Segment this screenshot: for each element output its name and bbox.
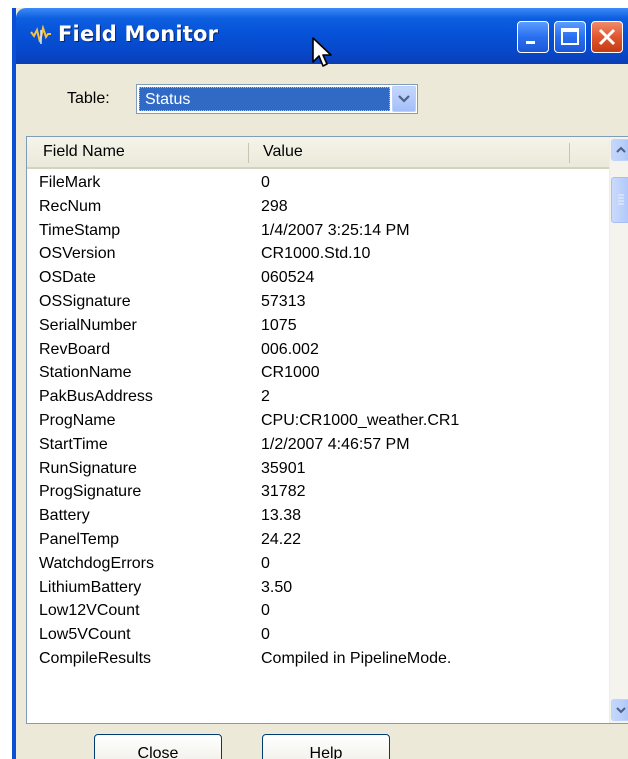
table-row[interactable]: StationName CR1000 <box>27 361 610 385</box>
field-name-cell: SerialNumber <box>39 316 137 334</box>
table-row[interactable]: TimeStamp 1/4/2007 3:25:14 PM <box>27 219 610 243</box>
field-name-cell: Low12VCount <box>39 602 140 620</box>
field-name-cell: OSVersion <box>39 245 116 263</box>
field-name-cell: Low5VCount <box>39 626 131 644</box>
field-value-cell: 31782 <box>261 483 306 501</box>
field-name-cell: PanelTemp <box>39 530 120 548</box>
table-row[interactable]: OSVersion CR1000.Std.10 <box>27 242 610 266</box>
close-button[interactable]: Close <box>94 734 222 759</box>
field-value-cell: 0 <box>261 554 270 572</box>
mouse-cursor-icon <box>312 37 332 67</box>
help-button[interactable]: Help <box>262 734 390 759</box>
field-value-cell: 1075 <box>261 316 297 334</box>
field-value-cell: Compiled in PipelineMode. <box>261 649 452 667</box>
scroll-down-button[interactable] <box>611 699 628 721</box>
vertical-scrollbar[interactable] <box>609 137 628 723</box>
field-name-cell: ProgName <box>39 411 116 429</box>
table-row[interactable]: Low5VCount 0 <box>27 623 610 647</box>
field-name-cell: Battery <box>39 507 90 525</box>
chevron-up-icon <box>616 146 626 153</box>
field-name-cell: RunSignature <box>39 459 137 477</box>
field-value-cell: 1/2/2007 4:46:57 PM <box>261 435 410 453</box>
table-row[interactable]: FileMark 0 <box>27 171 610 195</box>
scrollbar-thumb[interactable] <box>611 177 628 223</box>
table-row[interactable]: OSSignature 57313 <box>27 290 610 314</box>
field-name-cell: LithiumBattery <box>39 578 142 596</box>
table-row[interactable]: SerialNumber 1075 <box>27 314 610 338</box>
field-monitor-window: Field Monitor Table: Status Field Name V… <box>12 8 628 759</box>
table-row[interactable]: ProgName CPU:CR1000_weather.CR1 <box>27 409 610 433</box>
minimize-button[interactable] <box>517 21 549 53</box>
scroll-up-button[interactable] <box>611 139 628 161</box>
field-value-cell: 2 <box>261 388 270 406</box>
field-value-cell: 298 <box>261 197 288 215</box>
field-value-cell: CPU:CR1000_weather.CR1 <box>261 411 460 429</box>
field-name-cell: OSDate <box>39 269 96 287</box>
field-value-cell: 0 <box>261 174 270 191</box>
field-value-cell: 24.22 <box>261 530 302 548</box>
field-value-cell: CR1000 <box>261 364 320 382</box>
field-name-cell: CompileResults <box>39 649 152 667</box>
table-row[interactable]: RevBoard 006.002 <box>27 338 610 362</box>
grip-icon <box>618 194 624 205</box>
table-row[interactable]: RecNum 298 <box>27 195 610 219</box>
field-value-cell: 0 <box>261 602 270 620</box>
grid-header: Field Name Value <box>27 137 610 169</box>
column-divider[interactable] <box>569 143 570 163</box>
field-value-cell: 3.50 <box>261 578 293 596</box>
field-name-cell: StartTime <box>39 435 108 453</box>
table-select-value[interactable]: Status <box>139 87 390 111</box>
grid-rows: FileMark 0 RecNum 298 TimeStamp 1/4/2007 3:… <box>27 171 610 671</box>
field-name-cell: OSSignature <box>39 292 131 310</box>
field-name-cell: TimeStamp <box>39 221 121 239</box>
maximize-icon <box>561 28 579 45</box>
field-value-cell: 13.38 <box>261 507 302 525</box>
table-row[interactable]: PakBusAddress 2 <box>27 385 610 409</box>
field-value-cell: 060524 <box>261 269 315 287</box>
field-name-cell: RevBoard <box>39 340 111 358</box>
field-name-cell: FileMark <box>39 174 101 191</box>
table-row[interactable]: StartTime 1/2/2007 4:46:57 PM <box>27 433 610 457</box>
maximize-button[interactable] <box>554 21 586 53</box>
column-divider[interactable] <box>248 143 249 163</box>
field-value-grid[interactable]: Field Name Value FileMark 0 RecNum 298 Tim… <box>26 136 628 724</box>
minimize-icon <box>526 41 535 44</box>
close-icon <box>598 28 616 46</box>
field-value-cell: 0 <box>261 626 270 644</box>
field-name-cell: WatchdogErrors <box>39 554 154 572</box>
table-select[interactable]: Status <box>136 84 418 114</box>
table-row[interactable]: OSDate 060524 <box>27 266 610 290</box>
table-row[interactable]: Battery 13.38 <box>27 504 610 528</box>
field-name-cell: PakBusAddress <box>39 388 153 406</box>
close-window-button[interactable] <box>591 21 623 53</box>
field-monitor-app-icon <box>30 25 51 44</box>
table-select-dropdown-button[interactable] <box>392 86 416 112</box>
table-label: Table: <box>67 90 110 107</box>
field-value-cell: CR1000.Std.10 <box>261 245 371 263</box>
field-name-cell: ProgSignature <box>39 483 142 501</box>
field-value-cell: 006.002 <box>261 340 319 358</box>
table-row[interactable]: PanelTemp 24.22 <box>27 528 610 552</box>
field-name-cell: RecNum <box>39 197 102 215</box>
table-row[interactable]: LithiumBattery 3.50 <box>27 576 610 600</box>
table-row[interactable]: WatchdogErrors 0 <box>27 552 610 576</box>
chevron-down-icon <box>616 707 626 714</box>
window-title: Field Monitor <box>58 22 219 46</box>
table-row[interactable]: ProgSignature 31782 <box>27 480 610 504</box>
field-value-cell: 57313 <box>261 292 306 310</box>
table-row[interactable]: CompileResults Compiled in PipelineMode. <box>27 647 610 671</box>
table-row[interactable]: Low12VCount 0 <box>27 599 610 623</box>
field-name-cell: StationName <box>39 364 132 382</box>
chevron-down-icon <box>398 95 410 103</box>
column-header-value[interactable]: Value <box>263 137 303 167</box>
field-value-cell: 1/4/2007 3:25:14 PM <box>261 221 410 239</box>
table-row[interactable]: RunSignature 35901 <box>27 457 610 481</box>
column-header-field-name[interactable]: Field Name <box>43 137 125 167</box>
field-value-cell: 35901 <box>261 459 306 477</box>
